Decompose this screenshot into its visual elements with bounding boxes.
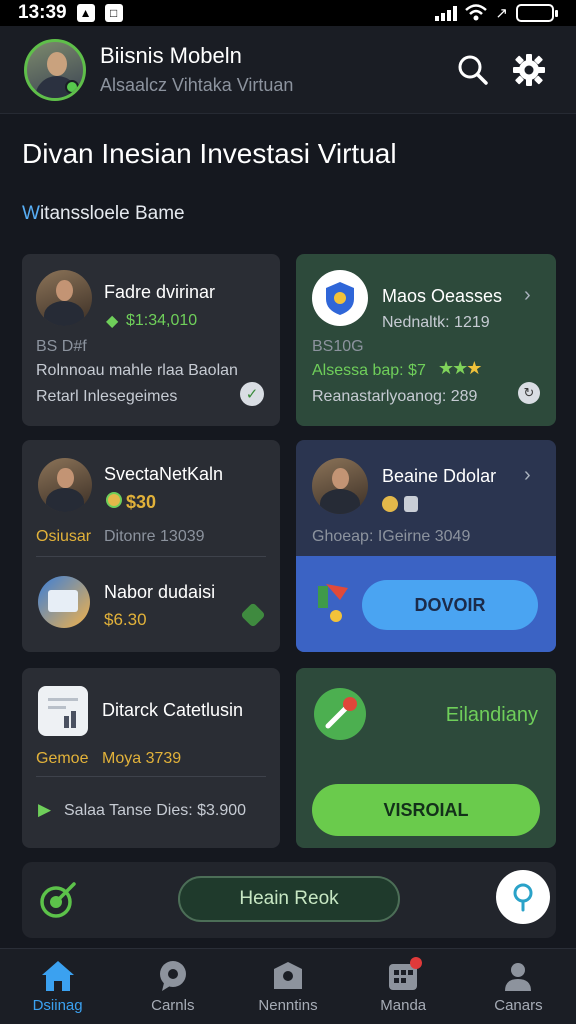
card-line: Ghoeap: IGeirne 3049 [312, 528, 471, 545]
card-title: SvectaNetKaln [104, 464, 224, 484]
card-value: Ditonre 13039 [104, 528, 205, 545]
help-button[interactable] [496, 870, 550, 924]
dovoir-button[interactable]: DOVOIR [362, 580, 538, 630]
person-photo [38, 458, 92, 512]
signal-icon [435, 5, 458, 21]
shield-icon [312, 270, 368, 326]
nav-label: Manda [380, 997, 427, 1014]
profile-icon [505, 963, 532, 991]
app-header: Biisnis Mobeln Alsaalcz Vihtaka Virtuan [0, 26, 576, 114]
divider [36, 556, 266, 557]
settings-button[interactable] [506, 47, 552, 93]
search-icon [458, 55, 488, 85]
charging-icon: ↗ [495, 5, 508, 22]
app-title: Biisnis Mobeln [100, 43, 242, 68]
online-indicator [65, 79, 79, 94]
person-photo [36, 270, 92, 326]
coin-icon [106, 492, 122, 508]
card-title: Nabor dudaisi [104, 582, 216, 602]
refresh-icon: ↻ [518, 382, 540, 404]
rocket-icon [314, 688, 366, 740]
section-label: Witanssloele Bame [22, 203, 185, 225]
nav-label: Nenntins [258, 997, 318, 1014]
app-subtitle: Alsaalcz Vihtaka Virtuan [100, 75, 294, 95]
nav-label: Dsiinag [32, 997, 83, 1014]
investment-card[interactable]: Fadre dvirinar ◆ $1:34,010 BS D#f Rolnno… [22, 254, 280, 426]
status-bar: 13:39 ▲ □ ↗ [0, 0, 576, 26]
card-title: Eilandiany [445, 704, 538, 726]
portfolio-icon [38, 576, 90, 628]
pin-flag-icon [318, 584, 348, 622]
nav-item-profile[interactable]: Canars [461, 949, 576, 1024]
wifi-icon [465, 4, 488, 21]
chevron-right-icon[interactable]: › [524, 284, 531, 307]
card-line: Rolnnoau mahle rlaa Baolan [36, 362, 238, 379]
investment-card[interactable]: SvectaNetKaln $30 Osiusar Ditonre 13039 … [22, 440, 280, 652]
nav-item-grid[interactable]: Manda [346, 949, 461, 1024]
card-amount: $30 [126, 492, 157, 512]
card-value: Moya 3739 [102, 750, 182, 767]
notification-icon: □ [104, 4, 123, 22]
gear-icon [513, 53, 545, 86]
nav-label: Carnls [151, 997, 195, 1014]
person-photo [312, 458, 368, 514]
nav-item-chat[interactable]: Carnls [115, 949, 230, 1024]
card-amount: $6.30 [104, 610, 147, 629]
page-title: Divan Inesian Investasi Virtual [22, 138, 397, 169]
wallet-icon [274, 962, 302, 989]
chat-icon [159, 961, 186, 991]
card-title: Ditarck Catetlusin [102, 700, 244, 720]
investment-card[interactable]: Maos Oeasses › Nednaltk: 1219 BS10G Alse… [296, 254, 556, 426]
card-line: Salaa Tanse Dies: $3.900 [64, 802, 247, 819]
notification-icon: ▲ [76, 4, 95, 22]
avatar[interactable] [24, 38, 86, 101]
tag-icon: ◆ [106, 313, 119, 330]
card-line: Nednaltk: 1219 [382, 314, 490, 331]
visroial-button[interactable]: VISROIAL [312, 784, 540, 836]
search-button[interactable] [450, 47, 496, 93]
card-rating-text: Alsessa bap: $7 [312, 362, 426, 379]
notification-badge [409, 957, 422, 969]
divider [36, 776, 266, 777]
card-amount: $1:34,010 [126, 312, 198, 329]
home-icon [41, 961, 74, 991]
investment-card[interactable]: Beaine Ddolar › Ghoeap: IGeirne 3049 DOV… [296, 440, 556, 652]
lightbulb-icon [513, 883, 533, 912]
section-label-text: itanssloele Bame [39, 203, 185, 224]
heain-reok-button[interactable]: Heain Reok [178, 876, 400, 922]
nav-label: Canars [494, 997, 543, 1014]
card-label: Osiusar [36, 528, 92, 545]
card-line: Retarl Inlesegeimes [36, 388, 178, 405]
card-code: BS10G [312, 338, 364, 355]
investment-card[interactable]: Eilandiany VISROIAL [296, 668, 556, 848]
target-icon[interactable] [38, 880, 78, 920]
nav-item-home[interactable]: Dsiinag [0, 949, 115, 1024]
nav-item-wallet[interactable]: Nenntins [230, 949, 345, 1024]
coin-icon [382, 496, 398, 512]
battery-icon [516, 4, 558, 22]
bottom-action-panel: Heain Reok [22, 862, 556, 938]
chevron-right-icon[interactable]: › [524, 464, 531, 487]
badge-icon [404, 496, 418, 512]
card-title: Beaine Ddolar [382, 466, 497, 486]
card-label: BS D#f [36, 338, 87, 355]
card-line: Reanastarlyoanog: 289 [312, 388, 478, 405]
check-icon: ✓ [240, 382, 264, 406]
bottom-navigation: Dsiinag Carnls Nenntins Manda Canars [0, 948, 576, 1024]
status-time: 13:39 [18, 2, 67, 23]
tag-icon: ▶ [38, 800, 52, 819]
section-label-accent: W [22, 203, 40, 224]
star-rating-icon: ★★★ [438, 358, 482, 378]
card-title: Maos Oeasses [382, 286, 503, 306]
tag-icon [240, 602, 266, 628]
investment-card[interactable]: Ditarck Catetlusin Gemoe Moya 3739 ▶ Sal… [22, 668, 280, 848]
chart-icon [38, 686, 88, 736]
card-label: Gemoe [36, 750, 89, 767]
card-title: Fadre dvirinar [104, 282, 216, 302]
